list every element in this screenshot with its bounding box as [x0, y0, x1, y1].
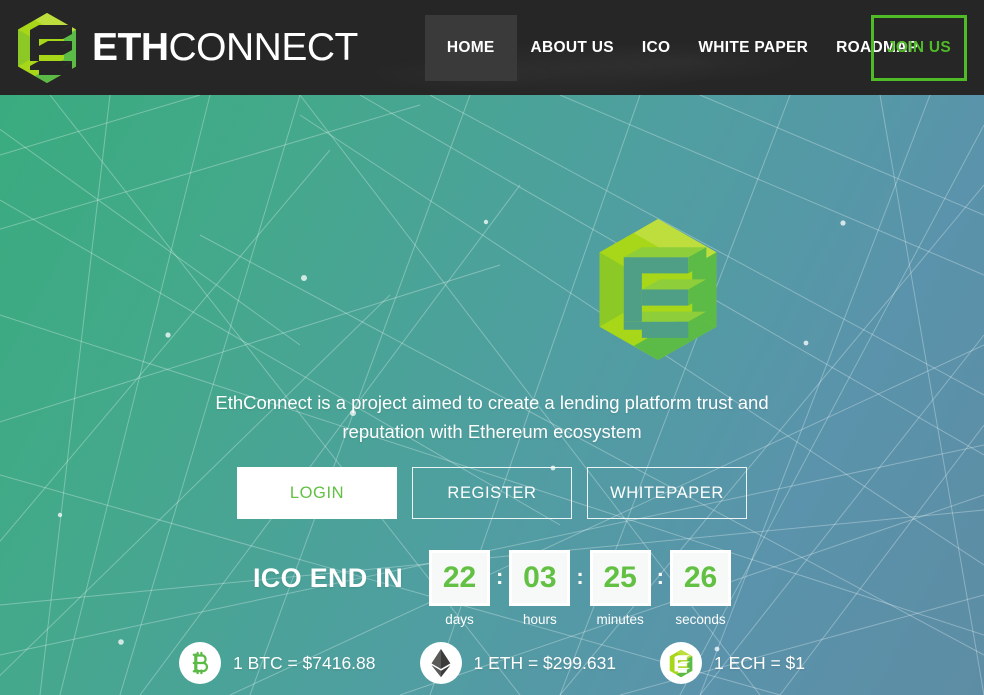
countdown-value-minutes: 25: [589, 550, 651, 606]
countdown-label-days: days: [445, 612, 474, 627]
countdown-unit-hours: 03 hours: [509, 550, 571, 627]
bitcoin-icon: [178, 642, 221, 684]
coin-price-eth-text: 1 ETH = $299.631: [473, 652, 617, 673]
countdown-label-seconds: seconds: [675, 612, 726, 627]
ethconnect-coin-icon: [660, 642, 703, 684]
countdown-value-hours: 03: [509, 550, 571, 606]
hero-content: EthConnect is a project aimed to create …: [0, 95, 984, 695]
brand-text-connect: CONNECT: [168, 26, 359, 69]
brand-text-eth: ETH: [92, 26, 169, 69]
countdown-separator-2: :: [576, 564, 584, 589]
nav-item-ico[interactable]: ICO: [628, 15, 684, 81]
hero-section: EthConnect is a project aimed to create …: [0, 95, 984, 695]
countdown-label-minutes: minutes: [596, 612, 644, 627]
coin-price-btc-text: 1 BTC = $7416.88: [232, 652, 376, 673]
countdown-separator-3: :: [656, 564, 664, 589]
countdown-unit-days: 22 days: [429, 550, 491, 627]
countdown-separator-1: :: [496, 564, 504, 589]
coin-price-ech-text: 1 ECH = $1: [714, 652, 805, 673]
hero-button-row: LOGIN REGISTER WHITEPAPER: [0, 467, 984, 519]
main-navigation: HOME ABOUT US ICO WHITE PAPER ROADMAP: [424, 0, 933, 95]
countdown-label-hours: hours: [522, 612, 557, 627]
login-button[interactable]: LOGIN: [237, 467, 397, 519]
countdown-title: ICO END IN: [253, 563, 404, 593]
whitepaper-button[interactable]: WHITEPAPER: [587, 467, 747, 519]
ico-countdown: ICO END IN 22 days : 03 hours : 25 minut…: [0, 550, 984, 627]
countdown-unit-seconds: 26 seconds: [670, 550, 731, 627]
ethconnect-hex-e-icon-large: [599, 219, 717, 360]
hero-tagline: EthConnect is a project aimed to create …: [0, 388, 984, 446]
coin-price-eth: 1 ETH = $299.631: [419, 642, 617, 684]
ethereum-icon: [419, 642, 462, 684]
ethconnect-hex-e-icon: [18, 12, 76, 83]
site-header: ETHCONNECT HOME ABOUT US ICO WHITE PAPER…: [0, 0, 984, 95]
register-button[interactable]: REGISTER: [412, 467, 572, 519]
nav-item-about-us[interactable]: ABOUT US: [517, 15, 628, 81]
coin-price-row: 1 BTC = $7416.88 1 ETH = $299.631 1 ECH …: [0, 642, 984, 684]
countdown-value-days: 22: [429, 550, 491, 606]
countdown-unit-minutes: 25 minutes: [589, 550, 651, 627]
brand-wordmark: ETHCONNECT: [92, 28, 358, 67]
nav-item-white-paper[interactable]: WHITE PAPER: [684, 15, 822, 81]
coin-price-btc: 1 BTC = $7416.88: [178, 642, 376, 684]
brand-logo[interactable]: ETHCONNECT: [16, 12, 358, 84]
tagline-line-2: reputation with Ethereum ecosystem: [342, 421, 642, 442]
nav-item-home[interactable]: HOME: [424, 14, 517, 81]
tagline-line-1: EthConnect is a project aimed to create …: [215, 392, 769, 413]
coin-price-ech: 1 ECH = $1: [660, 642, 805, 684]
countdown-value-seconds: 26: [670, 550, 731, 606]
join-us-button[interactable]: JOIN US: [871, 15, 967, 81]
